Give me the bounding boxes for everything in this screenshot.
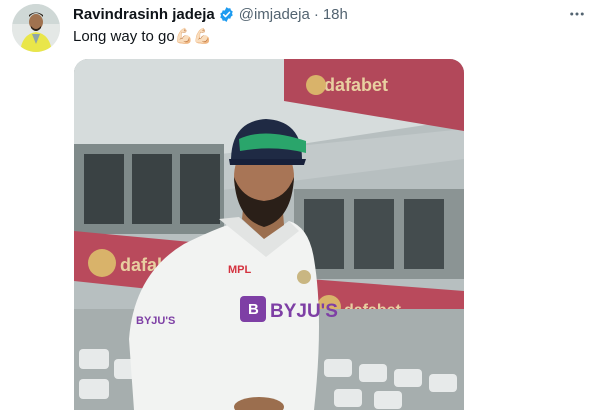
banner-text-1: dafabet — [324, 75, 388, 95]
tweet-header: Ravindrasinh jadeja @imjadeja · 18h — [73, 4, 348, 24]
verified-badge-icon — [218, 6, 235, 23]
flexed-biceps-emoji: 💪🏻💪🏻 — [174, 28, 213, 45]
avatar-image — [12, 4, 60, 52]
sleeve-text: BYJU'S — [136, 315, 175, 327]
author-name[interactable]: Ravindrasinh jadeja — [73, 6, 215, 23]
tweet-timestamp[interactable]: 18h — [323, 6, 348, 23]
shirt-logo-text: MPL — [228, 264, 252, 276]
photo-cricketer: dafabet dafabet dafabet dafabet — [74, 59, 464, 410]
tweet-media-photo[interactable]: dafabet dafabet dafabet dafabet — [74, 59, 464, 410]
tweet[interactable]: Ravindrasinh jadeja @imjadeja · 18h Long… — [0, 0, 600, 410]
author-handle[interactable]: @imjadeja — [239, 6, 310, 23]
svg-text:B: B — [248, 301, 259, 318]
author-avatar[interactable] — [12, 4, 60, 52]
more-horizontal-icon[interactable] — [566, 4, 588, 24]
separator-dot: · — [313, 5, 319, 23]
shirt-sponsor-text: BYJU'S — [270, 301, 338, 322]
tweet-text: Long way to go💪🏻💪🏻 — [73, 27, 212, 47]
tweet-text-body: Long way to go — [73, 28, 175, 45]
